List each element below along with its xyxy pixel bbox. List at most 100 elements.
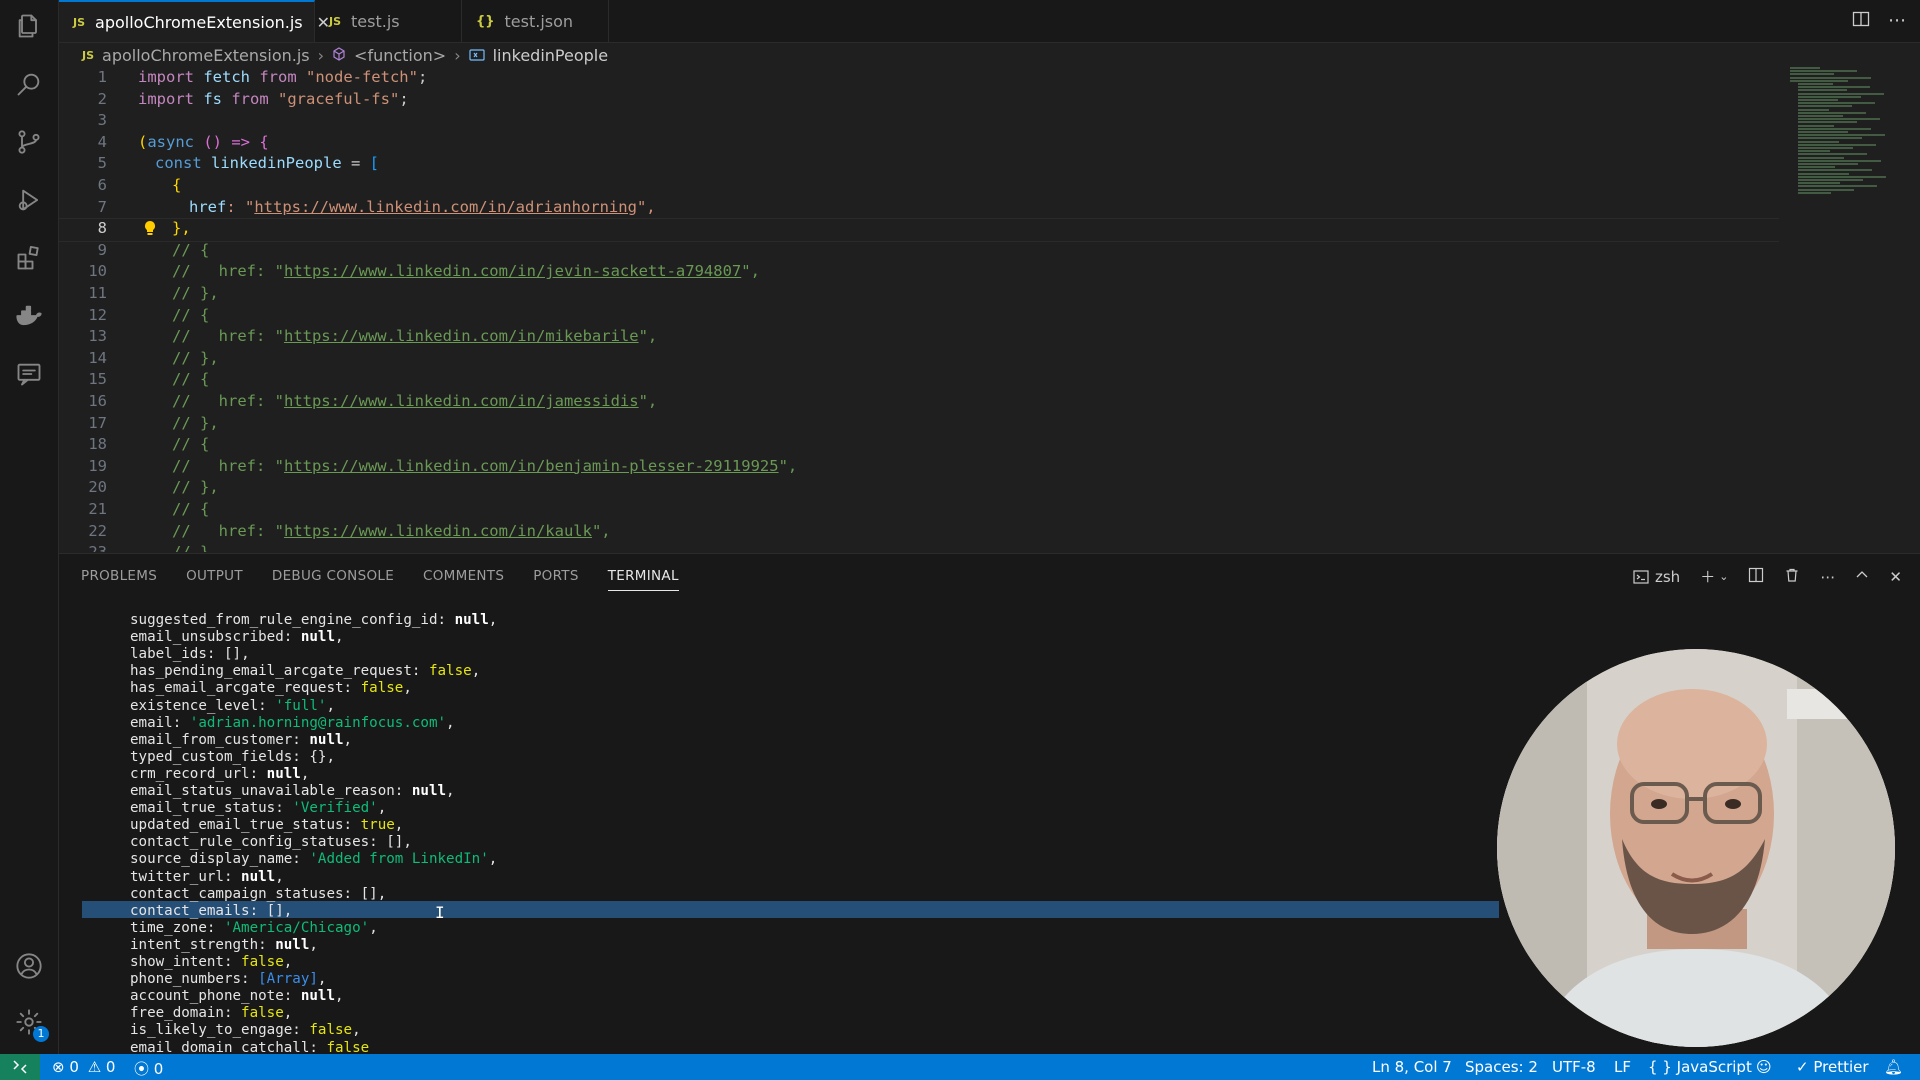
line-number-text: 12: [88, 305, 107, 324]
terminal-value: null: [454, 612, 489, 628]
source-control-icon[interactable]: [13, 126, 45, 158]
terminal-value: null: [309, 731, 344, 748]
terminal-line: twitter_url: null,: [130, 869, 284, 886]
minimap-line: [1790, 79, 1848, 82]
breadcrumb-function[interactable]: <function>: [354, 46, 446, 65]
tab-ports[interactable]: PORTS: [533, 568, 578, 591]
minimap-line: [1798, 99, 1838, 101]
close-panel-icon[interactable]: ✕: [1889, 568, 1902, 586]
terminal-value: false: [241, 954, 284, 970]
terminal-shell-selector[interactable]: zsh: [1633, 568, 1680, 586]
cursor-position[interactable]: Ln 8, Col 7: [1372, 1058, 1452, 1076]
extensions-icon[interactable]: [13, 242, 45, 274]
end-of-line[interactable]: LF: [1614, 1058, 1631, 1076]
terminal-key: account_phone_note:: [130, 988, 301, 1005]
accounts-icon[interactable]: [13, 950, 45, 982]
editor-scrollbar[interactable]: [1906, 67, 1920, 107]
terminal-line: is_likely_to_engage: false,: [130, 1022, 361, 1039]
copilot-icon[interactable]: ☺: [1756, 1058, 1772, 1076]
more-actions-icon[interactable]: ⋯: [1820, 568, 1835, 586]
chevron-down-icon[interactable]: ⌄: [1719, 570, 1728, 583]
line-number-text: 13: [88, 327, 107, 346]
split-terminal-icon[interactable]: [1748, 567, 1764, 587]
terminal-line: email_domain_catchall: false: [130, 1040, 369, 1055]
terminal-value: []: [360, 885, 378, 902]
terminal-key: has_email_arcgate_request:: [130, 680, 361, 697]
maximize-panel-icon[interactable]: [1855, 568, 1869, 586]
indentation[interactable]: Spaces: 2: [1465, 1058, 1538, 1076]
more-actions-icon[interactable]: ⋯: [1888, 10, 1906, 33]
line-number-text: 1: [97, 68, 107, 86]
terminal-key: source_display_name:: [130, 851, 310, 868]
line-number-text: 8: [97, 219, 107, 238]
split-editor-icon[interactable]: [1852, 10, 1870, 33]
breadcrumb-file[interactable]: apolloChromeExtension.js: [102, 46, 310, 65]
broadcast-icon: ⦿: [134, 1060, 150, 1078]
text-cursor-icon: I: [435, 903, 445, 922]
minimap-line: [1798, 191, 1831, 194]
line-number-text: 16: [88, 392, 107, 410]
minimap[interactable]: [1790, 67, 1908, 207]
minimap-line: [1798, 159, 1881, 162]
terminal-value: 'Verified': [292, 800, 378, 817]
check-icon: ✓: [1796, 1058, 1809, 1076]
minimap-line: [1798, 92, 1884, 95]
terminal-icon: [1633, 569, 1649, 584]
terminal-value: null: [275, 936, 310, 953]
tab-test-js[interactable]: JS test.js: [315, 0, 462, 42]
terminal-key: contact_emails:: [130, 902, 267, 919]
terminal-line: label_ids: [],: [130, 646, 250, 663]
language-mode[interactable]: { } JavaScript: [1648, 1058, 1752, 1076]
problems-status[interactable]: ⊗ 0 ⚠ 0: [52, 1058, 115, 1076]
tab-apollo-chrome-extension[interactable]: JS apolloChromeExtension.js ✕: [59, 0, 330, 42]
terminal-line: account_phone_note: null,: [130, 988, 344, 1005]
shell-name: zsh: [1654, 567, 1681, 586]
terminal-key: email_from_customer:: [130, 731, 310, 748]
prettier-status[interactable]: ✓ Prettier: [1796, 1058, 1869, 1076]
tab-output[interactable]: OUTPUT: [186, 568, 243, 591]
minimap-line: [1798, 163, 1858, 165]
comments-icon[interactable]: [13, 358, 45, 390]
trash-icon[interactable]: [1784, 567, 1800, 587]
terminal-value: null: [266, 765, 301, 782]
minimap-line: [1798, 118, 1880, 121]
tab-test-json[interactable]: {} test.json: [462, 0, 609, 42]
line-number-text: 22: [88, 521, 107, 540]
encoding[interactable]: UTF-8: [1552, 1058, 1596, 1076]
terminal-output[interactable]: suggested_from_rule_engine_config_id: nu…: [59, 608, 1499, 1054]
tab-comments[interactable]: COMMENTS: [423, 568, 504, 591]
lightbulb-icon[interactable]: [143, 220, 157, 236]
line-number-text: 4: [97, 132, 107, 151]
code-editor[interactable]: 1234567891011121314151617181920212223 im…: [59, 67, 1779, 552]
terminal-line: email_unsubscribed: null,: [130, 629, 344, 646]
terminal-key: contact_rule_config_statuses:: [130, 834, 387, 851]
minimap-line: [1798, 102, 1875, 105]
search-icon[interactable]: [13, 68, 45, 100]
minimap-line: [1798, 169, 1872, 172]
minimap-line: [1798, 105, 1852, 108]
terminal-line: free_domain: false,: [130, 1005, 292, 1022]
line-number-text: 23: [59, 542, 107, 552]
new-terminal-icon[interactable]: ＋: [1700, 566, 1715, 587]
terminal-value: false: [360, 680, 404, 697]
cube-icon: [332, 46, 346, 65]
remote-indicator-icon[interactable]: [0, 1054, 40, 1080]
minimap-line: [1798, 150, 1830, 153]
manage-gear-icon[interactable]: 1: [13, 1006, 49, 1042]
terminal-selection: [82, 901, 1499, 918]
terminal-punct: ,: [446, 714, 455, 731]
docker-icon[interactable]: [13, 300, 45, 332]
js-file-icon: JS: [82, 48, 95, 62]
terminal-punct: ,: [377, 800, 387, 817]
breadcrumb-symbol[interactable]: linkedinPeople: [493, 46, 608, 65]
terminal-value: 'adrian.horning@rainfocus.com': [189, 714, 447, 731]
run-debug-icon[interactable]: [13, 184, 45, 216]
ports-status[interactable]: ⦿ 0: [134, 1058, 163, 1079]
notifications-bell-icon[interactable]: 🔔︎: [1884, 1058, 1903, 1076]
tab-terminal[interactable]: TERMINAL: [607, 568, 679, 591]
tab-problems[interactable]: PROBLEMS: [81, 568, 157, 591]
minimap-line: [1798, 124, 1834, 127]
tab-debug-console[interactable]: DEBUG CONSOLE: [272, 568, 394, 591]
explorer-icon[interactable]: [13, 10, 45, 42]
terminal-punct: ,: [326, 748, 336, 765]
